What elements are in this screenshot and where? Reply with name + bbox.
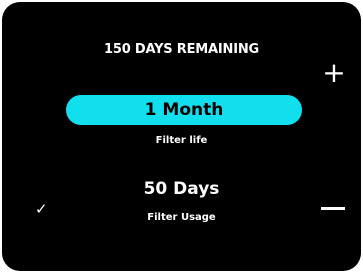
- filter-usage-value[interactable]: 50 Days: [144, 179, 220, 199]
- filter-settings-screen: 150 DAYS REMAINING + 1 Month Filter life…: [2, 2, 361, 271]
- increase-button[interactable]: +: [319, 58, 349, 88]
- filter-life-option-selected[interactable]: 1 Month: [66, 95, 302, 125]
- filter-life-value: 1 Month: [144, 100, 224, 120]
- check-icon: ✓: [35, 200, 48, 218]
- filter-usage-label: Filter Usage: [147, 212, 216, 223]
- filter-life-label: Filter life: [155, 135, 208, 146]
- days-remaining-label: 150 DAYS REMAINING: [104, 42, 259, 57]
- decrease-button[interactable]: [321, 207, 345, 210]
